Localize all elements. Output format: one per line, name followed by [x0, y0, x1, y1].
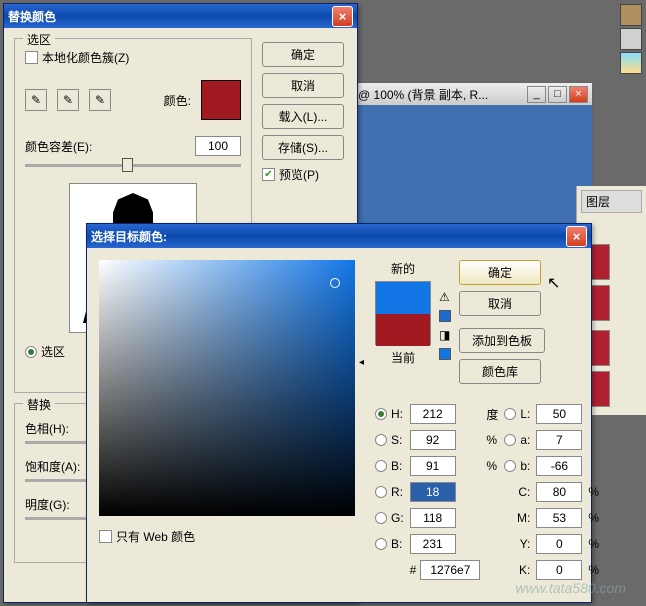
source-color-swatch[interactable] [201, 80, 241, 120]
eyedropper-add-icon[interactable]: ✎ [57, 89, 79, 111]
top-swatch-bar [616, 0, 646, 78]
color-libs-button[interactable]: 颜色库 [459, 359, 541, 384]
layers-tab[interactable]: 图层 [581, 190, 642, 213]
b-input[interactable] [410, 456, 456, 476]
web-only-checkbox[interactable] [99, 530, 112, 543]
current-label: 当前 [375, 349, 431, 366]
k-label: K: [504, 563, 530, 577]
maximize-button[interactable]: □ [548, 86, 567, 103]
sat-label: 饱和度(A): [25, 460, 80, 474]
a-input[interactable] [536, 430, 582, 450]
light-label: 明度(G): [25, 498, 70, 512]
bb-radio[interactable]: B: [375, 537, 404, 551]
cube-swatch[interactable] [439, 348, 451, 360]
color-label: 颜色: [164, 92, 191, 109]
eyedropper-sub-icon[interactable]: ✎ [89, 89, 111, 111]
color-picker-cursor [330, 278, 340, 288]
b-radio[interactable]: B: [375, 459, 404, 473]
document-title: @ 100% (背景 副本, R... [358, 86, 488, 103]
lab-b-input[interactable] [536, 456, 582, 476]
a-radio[interactable]: a: [504, 433, 530, 447]
bb-input[interactable] [410, 534, 456, 554]
lab-b-radio[interactable]: b: [504, 459, 530, 473]
fieldset-legend: 替换 [23, 396, 55, 413]
picker-ok-button[interactable]: 确定 [459, 260, 541, 285]
r-input[interactable] [410, 482, 456, 502]
eyedropper-icon[interactable]: ✎ [25, 89, 47, 111]
y-label: Y: [504, 537, 530, 551]
close-icon[interactable]: × [566, 226, 587, 247]
k-input[interactable] [536, 560, 582, 580]
r-radio[interactable]: R: [375, 485, 404, 499]
preview-label: 预览(P) [279, 166, 319, 183]
hue-label: 色相(H): [25, 422, 69, 436]
c-label: C: [504, 485, 530, 499]
s-input[interactable] [410, 430, 456, 450]
minimize-button[interactable]: _ [527, 86, 546, 103]
close-button[interactable]: × [569, 86, 588, 103]
color-field[interactable] [99, 260, 355, 516]
load-button[interactable]: 载入(L)... [262, 104, 344, 129]
fuzziness-slider[interactable] [25, 164, 241, 167]
m-input[interactable] [536, 508, 582, 528]
warning-swatch[interactable] [439, 310, 451, 322]
c-input[interactable] [536, 482, 582, 502]
picker-cancel-button[interactable]: 取消 [459, 291, 541, 316]
document-canvas[interactable] [354, 105, 592, 241]
color-picker-titlebar[interactable]: 选择目标颜色: × [87, 224, 591, 248]
m-label: M: [504, 511, 530, 525]
cube-icon[interactable]: ◨ [439, 328, 451, 342]
hex-input[interactable] [420, 560, 480, 580]
localize-checkbox[interactable] [25, 51, 38, 64]
localize-label: 本地化颜色簇(Z) [42, 49, 129, 66]
h-input[interactable] [410, 404, 456, 424]
ok-button[interactable]: 确定 [262, 42, 344, 67]
selection-radio[interactable]: 选区 [25, 343, 65, 360]
h-radio[interactable]: H: [375, 407, 404, 421]
g-input[interactable] [410, 508, 456, 528]
dialog-title: 替换颜色 [8, 8, 332, 25]
g-radio[interactable]: G: [375, 511, 404, 525]
replace-color-titlebar[interactable]: 替换颜色 × [4, 4, 357, 28]
save-button[interactable]: 存储(S)... [262, 135, 344, 160]
preview-checkbox[interactable]: ✔ [262, 168, 275, 181]
add-swatch-button[interactable]: 添加到色板 [459, 328, 545, 353]
fuzziness-input[interactable] [195, 136, 241, 156]
cancel-button[interactable]: 取消 [262, 73, 344, 98]
warning-icon[interactable]: ⚠ [439, 290, 451, 304]
close-icon[interactable]: × [332, 6, 353, 27]
s-radio[interactable]: S: [375, 433, 404, 447]
document-window: @ 100% (背景 副本, R... _ □ × [353, 82, 593, 242]
picker-title: 选择目标颜色: [91, 228, 566, 245]
fuzziness-label: 颜色容差(E): [25, 138, 187, 155]
new-label: 新的 [375, 260, 431, 277]
fieldset-legend: 选区 [23, 31, 55, 48]
web-only-label: 只有 Web 颜色 [116, 528, 195, 545]
l-input[interactable] [536, 404, 582, 424]
color-preview [375, 281, 431, 345]
document-titlebar[interactable]: @ 100% (背景 副本, R... _ □ × [354, 83, 592, 105]
l-radio[interactable]: L: [504, 407, 530, 421]
hex-label: # [410, 563, 417, 577]
watermark-text: www.tata580.com [516, 580, 627, 596]
y-input[interactable] [536, 534, 582, 554]
color-picker-dialog: 选择目标颜色: × 只有 Web 颜色 ◂ 新的 [86, 223, 592, 603]
